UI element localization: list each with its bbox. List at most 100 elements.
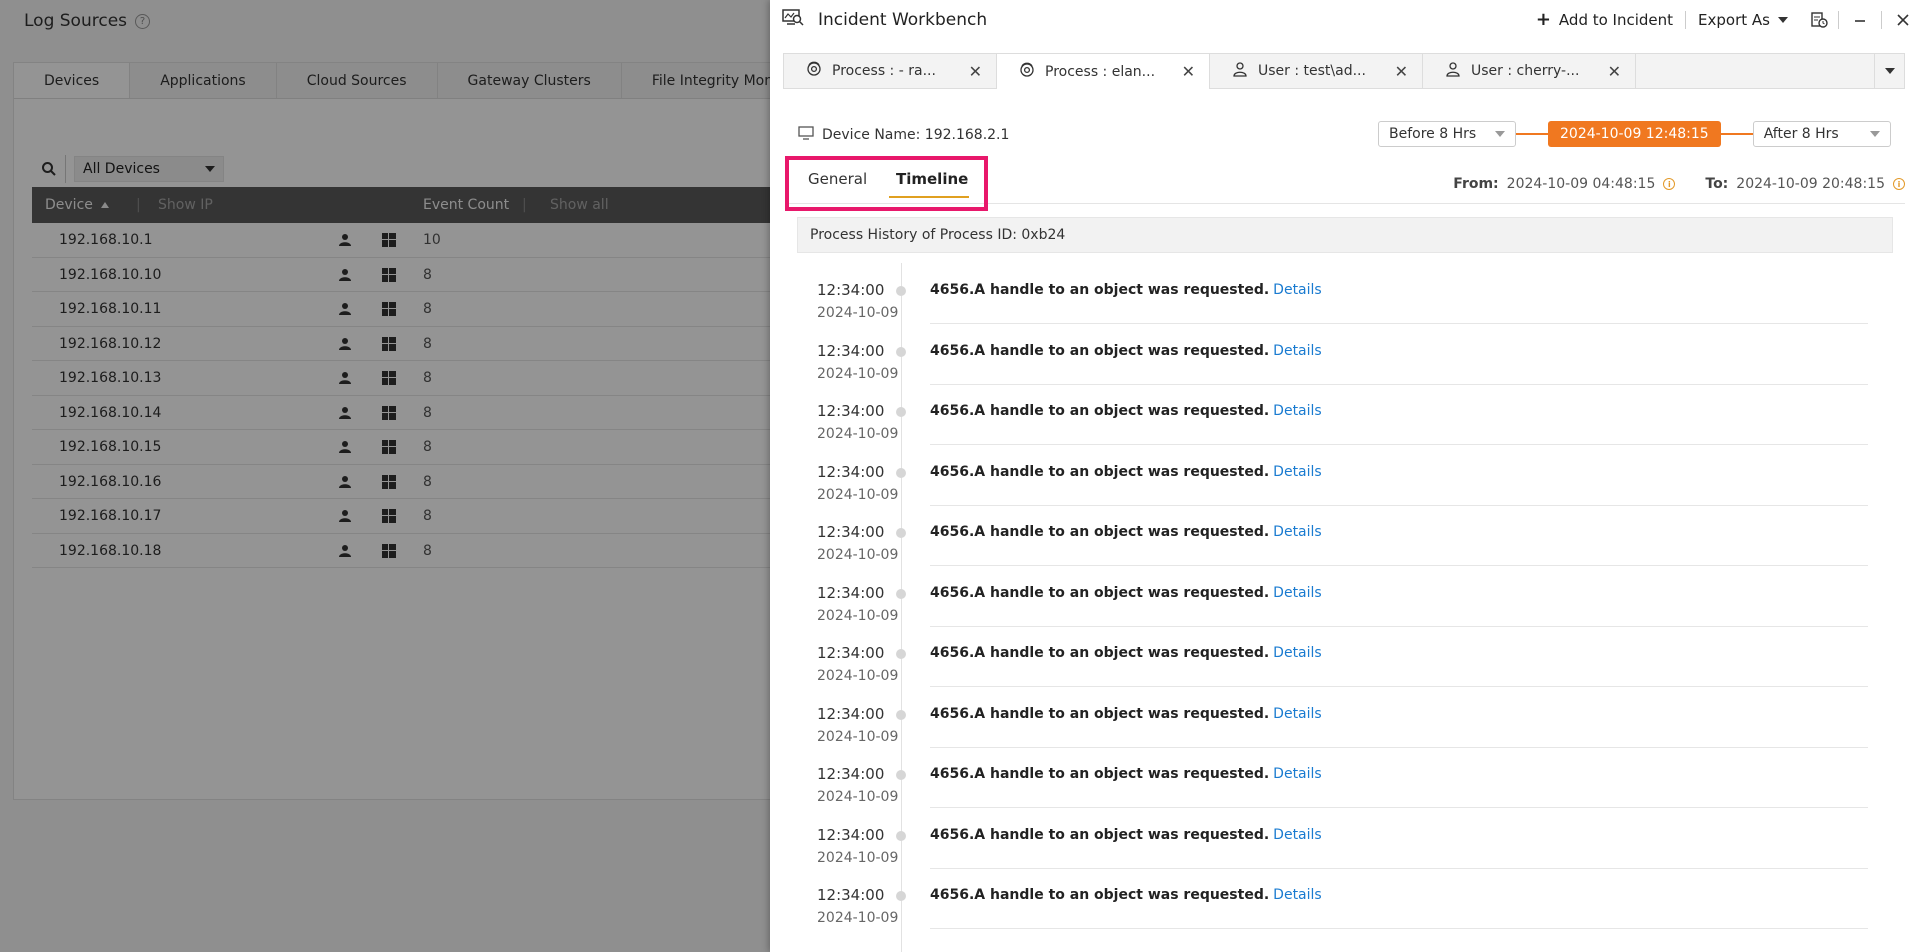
chevron-down-icon xyxy=(1495,131,1505,137)
entity-tabs: Process : - ra... ✕ Process : elan... ✕ … xyxy=(783,53,1905,89)
details-link[interactable]: Details xyxy=(1273,282,1322,298)
event-time: 12:34:00 xyxy=(817,402,885,420)
details-link[interactable]: Details xyxy=(1273,524,1322,540)
center-time-badge[interactable]: 2024-10-09 12:48:15 xyxy=(1548,121,1721,147)
tab-user-1[interactable]: User : test\ad... ✕ xyxy=(1210,54,1423,88)
tab-label: Process : elan... xyxy=(1045,63,1156,80)
details-link[interactable]: Details xyxy=(1273,645,1322,661)
event-date: 2024-10-09 xyxy=(817,365,899,382)
tab-general[interactable]: General xyxy=(808,170,867,188)
schedule-report-icon[interactable] xyxy=(1800,11,1838,29)
modal-overlay[interactable] xyxy=(0,0,770,952)
info-icon[interactable]: i xyxy=(1893,178,1905,190)
timeline-event: 12:34:00 2024-10-09 4656.A handle to an ob… xyxy=(797,808,1893,869)
details-link[interactable]: Details xyxy=(1273,585,1322,601)
tab-label: User : test\ad... xyxy=(1258,63,1366,79)
timeline-dot xyxy=(896,709,906,720)
timeline-dot xyxy=(896,649,906,659)
event-message: 4656.A handle to an object was requested… xyxy=(930,342,1322,359)
user-icon xyxy=(1232,61,1248,81)
workbench-title: Incident Workbench xyxy=(818,10,988,30)
tab-label: User : cherry-... xyxy=(1471,63,1580,79)
event-message: 4656.A handle to an object was requested… xyxy=(930,463,1322,480)
timeline-event: 12:34:00 2024-10-09 4656.A handle to an ob… xyxy=(797,566,1893,627)
chevron-down-icon xyxy=(1778,17,1788,23)
process-icon xyxy=(806,61,822,81)
event-message: 4656.A handle to an object was requested… xyxy=(930,705,1322,722)
chevron-down-icon xyxy=(1884,68,1895,74)
event-time: 12:34:00 xyxy=(817,583,885,602)
timeline-event: 12:34:00 2024-10-09 4656.A handle to an ob… xyxy=(797,445,1893,506)
monitor-icon xyxy=(798,126,814,144)
timeline-event: 12:34:00 2024-10-09 4656.A handle to an ob… xyxy=(797,505,1893,566)
details-link[interactable]: Details xyxy=(1273,343,1322,359)
device-name: Device Name: 192.168.2.1 xyxy=(822,127,1010,143)
close-tab-icon[interactable]: ✕ xyxy=(1182,62,1195,81)
timeline-event: 12:34:00 2024-10-09 4656.A handle to an ob… xyxy=(797,626,1893,687)
timeline-dot xyxy=(896,588,906,599)
event-date: 2024-10-09 xyxy=(817,728,899,745)
event-date: 2024-10-09 xyxy=(817,547,899,563)
event-message: 4656.A handle to an object was requested… xyxy=(930,645,1322,661)
event-message: 4656.A handle to an object was requested… xyxy=(930,282,1322,298)
timeline-event: 12:34:00 2024-10-09 4656.A handle to an ob… xyxy=(797,747,1893,808)
event-time: 12:34:00 xyxy=(817,644,885,662)
tab-process-1[interactable]: Process : - ra... ✕ xyxy=(784,54,997,88)
event-time: 12:34:00 xyxy=(817,765,885,783)
tab-process-2[interactable]: Process : elan... ✕ xyxy=(997,54,1210,89)
event-date: 2024-10-09 xyxy=(817,607,899,624)
add-to-incident-button[interactable]: + Add to Incident xyxy=(1524,9,1685,30)
process-icon xyxy=(1019,62,1035,82)
time-range-control: Before 8 Hrs 2024-10-09 12:48:15 After 8… xyxy=(1378,120,1891,148)
info-icon[interactable]: i xyxy=(1663,178,1676,190)
active-tab-underline xyxy=(889,196,969,198)
event-date: 2024-10-09 xyxy=(817,668,899,684)
close-icon[interactable] xyxy=(1882,13,1920,27)
tab-user-2[interactable]: User : cherry-... ✕ xyxy=(1423,54,1636,88)
timeline-dot xyxy=(896,830,906,841)
after-select[interactable]: After 8 Hrs xyxy=(1752,121,1891,147)
event-time: 12:34:00 xyxy=(817,281,885,299)
event-time: 12:34:00 xyxy=(817,825,885,844)
event-message: 4656.A handle to an object was requested… xyxy=(930,887,1322,903)
to-time: 2024-10-09 20:48:15 xyxy=(1736,176,1885,192)
event-message: 4656.A handle to an object was requested… xyxy=(930,403,1322,419)
timeline-event: 12:34:00 2024-10-09 4656.A handle to an ob… xyxy=(797,687,1893,748)
event-message: 4656.A handle to an object was requested… xyxy=(930,826,1322,843)
timeline-dot xyxy=(896,407,906,417)
tab-label: Process : - ra... xyxy=(832,63,936,79)
details-link[interactable]: Details xyxy=(1273,464,1322,480)
tab-timeline[interactable]: Timeline xyxy=(896,170,968,188)
details-link[interactable]: Details xyxy=(1273,827,1322,843)
before-select[interactable]: Before 8 Hrs xyxy=(1378,121,1516,147)
event-time: 12:34:00 xyxy=(817,341,885,360)
timeline-event: 12:34:00 2024-10-09 4656.A handle to an ob… xyxy=(797,263,1893,324)
event-time: 12:34:00 xyxy=(817,523,885,541)
workbench-header: Incident Workbench + Add to Incident Exp… xyxy=(770,0,1920,40)
event-time: 12:34:00 xyxy=(817,886,885,904)
minimize-icon[interactable] xyxy=(1839,13,1881,27)
timeline-event: 12:34:00 2024-10-09 4656.A handle to an ob… xyxy=(797,324,1893,385)
event-date: 2024-10-09 xyxy=(817,849,899,866)
event-divider xyxy=(930,928,1868,929)
timeline-dot xyxy=(896,891,906,901)
event-time: 12:34:00 xyxy=(817,704,885,723)
incident-workbench-panel: Incident Workbench + Add to Incident Exp… xyxy=(770,0,1920,952)
details-link[interactable]: Details xyxy=(1273,887,1322,903)
close-tab-icon[interactable]: ✕ xyxy=(1608,62,1621,81)
export-as-button[interactable]: Export As xyxy=(1686,11,1800,29)
tab-menu-dropdown[interactable] xyxy=(1874,54,1904,88)
details-link[interactable]: Details xyxy=(1273,706,1322,722)
time-range-display: From: 2024-10-09 04:48:15 i To: 2024-10-… xyxy=(1453,176,1905,192)
workbench-icon xyxy=(782,9,804,31)
event-message: 4656.A handle to an object was requested… xyxy=(930,766,1322,782)
view-tabs: General Timeline From: 2024-10-09 04:48:… xyxy=(785,156,1905,211)
workbench-actions: + Add to Incident Export As xyxy=(1524,0,1920,40)
close-tab-icon[interactable]: ✕ xyxy=(1395,62,1408,81)
details-link[interactable]: Details xyxy=(1273,766,1322,782)
close-tab-icon[interactable]: ✕ xyxy=(969,62,982,81)
details-link[interactable]: Details xyxy=(1273,403,1322,419)
chevron-down-icon xyxy=(1869,131,1880,137)
plus-icon: + xyxy=(1535,9,1551,30)
device-name-row: Device Name: 192.168.2.1 xyxy=(798,120,1009,150)
